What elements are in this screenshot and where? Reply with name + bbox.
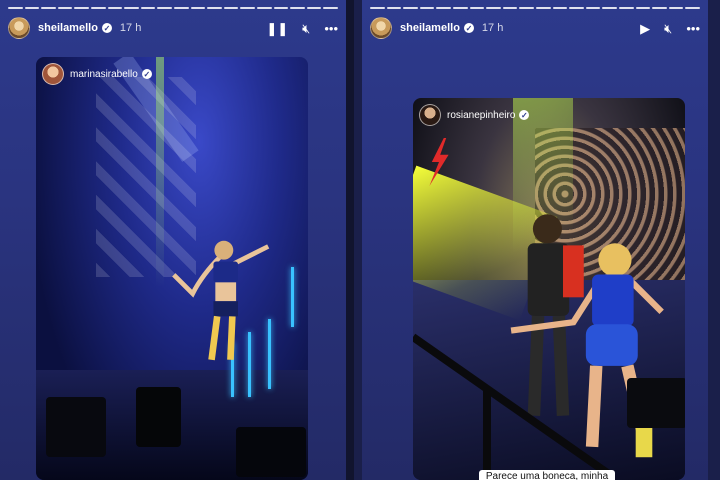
verified-icon: ✓: [463, 23, 474, 33]
timestamp: 17 h: [481, 22, 504, 34]
avatar[interactable]: [370, 17, 392, 39]
repost-username[interactable]: rosianepinheiro: [447, 110, 515, 121]
stage-rail: [483, 388, 491, 478]
verified-icon: ✓: [141, 69, 152, 79]
muted-icon[interactable]: 🔇︎: [302, 22, 310, 35]
username[interactable]: sheilamello: [38, 22, 98, 34]
speaker: [627, 378, 685, 428]
story-header: sheilamello ✓ 17 h ▶ 🔇︎ •••: [370, 16, 700, 40]
story-right[interactable]: sheilamello ✓ 17 h ▶ 🔇︎ ••• rosianepinhe…: [362, 0, 708, 480]
muted-icon[interactable]: 🔇︎: [664, 22, 672, 35]
verified-icon: ✓: [101, 23, 112, 33]
progress-bar: [370, 7, 700, 9]
play-icon[interactable]: ▶: [640, 22, 650, 35]
more-icon[interactable]: •••: [686, 22, 700, 35]
pause-icon[interactable]: ❚❚: [266, 22, 288, 35]
story-header: sheilamello ✓ 17 h ❚❚ 🔇︎ •••: [8, 16, 338, 40]
reposted-media[interactable]: rosianepinheiro ✓: [413, 98, 685, 480]
story-left[interactable]: sheilamello ✓ 17 h ❚❚ 🔇︎ ••• marinasirab…: [0, 0, 346, 480]
repost-avatar[interactable]: [419, 104, 441, 126]
camera-equipment: [136, 387, 181, 447]
username[interactable]: sheilamello: [400, 22, 460, 34]
story-caption: Parece uma boneca, minha: [479, 470, 615, 480]
repost-username[interactable]: marinasirabello: [70, 69, 138, 80]
reposted-media[interactable]: marinasirabello ✓: [36, 57, 308, 480]
speaker: [236, 427, 306, 477]
story-divider: [346, 0, 354, 480]
lightning-sticker-icon: [429, 138, 449, 186]
verified-icon: ✓: [519, 110, 530, 120]
repost-avatar[interactable]: [42, 63, 64, 85]
progress-bar: [8, 7, 338, 9]
performer-figure: [172, 240, 270, 361]
more-icon[interactable]: •••: [324, 22, 338, 35]
speaker: [46, 397, 106, 457]
timestamp: 17 h: [119, 22, 142, 34]
avatar[interactable]: [8, 17, 30, 39]
